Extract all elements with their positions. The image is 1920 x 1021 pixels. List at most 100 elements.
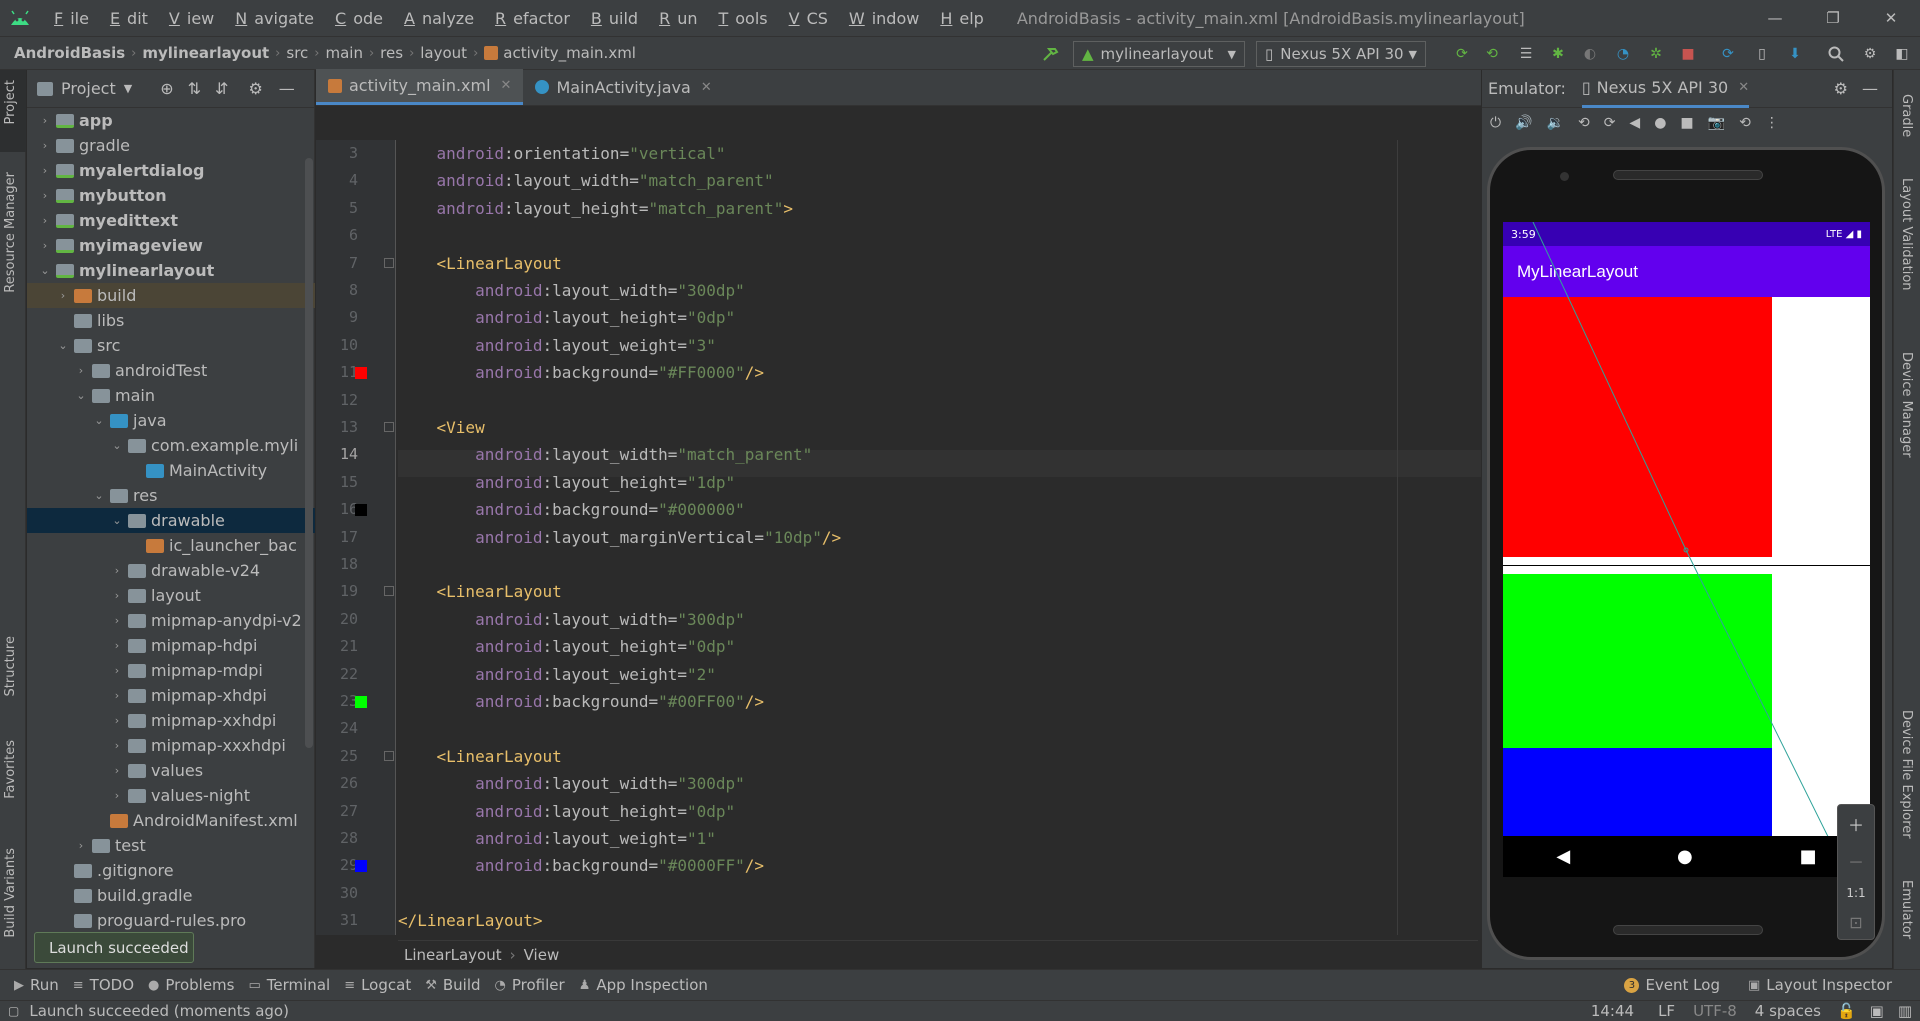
menu-file[interactable]: File <box>40 9 96 28</box>
tree-item[interactable]: › values-night <box>27 783 315 808</box>
file-encoding[interactable]: UTF-8 <box>1693 1002 1737 1020</box>
build-variants-tool-tab[interactable]: Build Variants <box>3 848 18 938</box>
breadcrumb-view[interactable]: View <box>524 946 560 964</box>
tree-item[interactable]: › myimageview <box>27 233 315 258</box>
tree-item[interactable]: › mybutton <box>27 183 315 208</box>
tool-window-build[interactable]: ⚒ Build <box>425 976 480 994</box>
layout-validation-tool-tab[interactable]: Layout Validation <box>1899 178 1914 291</box>
tree-item[interactable]: ⌄ com.example.myli <box>27 433 315 458</box>
hide-panel-icon[interactable]: — <box>279 79 295 98</box>
gear-icon[interactable]: ⚙ <box>248 79 262 98</box>
hide-panel-icon[interactable]: — <box>1862 79 1878 98</box>
tree-item[interactable]: › values <box>27 758 315 783</box>
favorites-tool-tab[interactable]: Favorites <box>3 740 18 799</box>
chevron-icon[interactable]: › <box>109 739 125 752</box>
zoom-actual-size-button[interactable]: 1:1 <box>1846 886 1865 900</box>
tree-item[interactable]: build.gradle <box>27 883 315 908</box>
tool-window-problems[interactable]: ● Problems <box>148 976 234 994</box>
chevron-icon[interactable]: › <box>109 614 125 627</box>
menu-edit[interactable]: Edit <box>96 9 155 28</box>
color-swatch-icon[interactable] <box>355 367 367 380</box>
chevron-icon[interactable]: ⌄ <box>91 489 107 502</box>
tree-item[interactable]: › androidTest <box>27 358 315 383</box>
tree-item[interactable]: ⌄ java <box>27 408 315 433</box>
tool-window-logcat[interactable]: ≡ Logcat <box>344 976 411 994</box>
tree-item[interactable]: › app <box>27 108 315 133</box>
breadcrumb-item[interactable]: AndroidBasis <box>14 44 125 62</box>
chevron-icon[interactable]: › <box>109 664 125 677</box>
stop-icon[interactable]: ■ <box>1678 45 1698 63</box>
hammer-build-icon[interactable] <box>1040 45 1060 63</box>
menu-view[interactable]: View <box>155 9 221 28</box>
sdk-manager-icon[interactable]: ⬇ <box>1785 45 1805 63</box>
tool-window-layout-inspector[interactable]: ▣ Layout Inspector <box>1748 976 1892 994</box>
chevron-icon[interactable]: › <box>37 214 53 227</box>
chevron-icon[interactable]: › <box>55 289 71 302</box>
device-manager-icon[interactable]: ▯ <box>1752 45 1772 63</box>
tool-window-run[interactable]: ▶ Run <box>14 976 59 994</box>
editor-tab[interactable]: MainActivity.java ✕ <box>523 69 723 105</box>
emulator-device-tab[interactable]: ▯ Nexus 5X API 30 ✕ <box>1581 70 1750 108</box>
tree-item[interactable]: ⌄ src <box>27 333 315 358</box>
tool-window-terminal[interactable]: ▭ Terminal <box>248 976 330 994</box>
tree-item[interactable]: › gradle <box>27 133 315 158</box>
tool-window-todo[interactable]: ≡ TODO <box>73 976 134 994</box>
breadcrumb-linearlayout[interactable]: LinearLayout <box>404 946 502 964</box>
caret-position[interactable]: 14:44 <box>1591 1002 1634 1020</box>
tree-item[interactable]: ⌄ drawable <box>27 508 315 533</box>
back-icon[interactable]: ◀ <box>1629 115 1640 131</box>
breadcrumb-item[interactable]: activity_main.xml <box>503 44 636 62</box>
coverage-icon[interactable]: ◐ <box>1580 45 1600 63</box>
search-icon[interactable] <box>1826 45 1846 63</box>
chevron-down-icon[interactable]: ▼ <box>124 82 132 95</box>
menu-vcs[interactable]: V CS <box>775 9 835 28</box>
chevron-icon[interactable]: › <box>37 164 53 177</box>
volume-up-icon[interactable]: 🔊 <box>1515 115 1532 131</box>
chevron-icon[interactable]: › <box>37 189 53 202</box>
tree-item[interactable]: › mipmap-xxxhdpi <box>27 733 315 758</box>
menu-tools[interactable]: Tools <box>704 9 774 28</box>
chevron-icon[interactable]: › <box>109 714 125 727</box>
run-config-dropdown[interactable]: ▲ mylinearlayout ▼ <box>1073 41 1245 67</box>
gradle-tool-tab[interactable]: Gradle <box>1899 94 1914 137</box>
tree-item[interactable]: › mipmap-xxhdpi <box>27 708 315 733</box>
more-icon[interactable]: ⋮ <box>1765 115 1779 131</box>
menu-run[interactable]: Run <box>645 9 704 28</box>
profile-icon[interactable]: ◔ <box>1613 45 1633 63</box>
tree-item[interactable]: › layout <box>27 583 315 608</box>
chevron-icon[interactable]: › <box>73 364 89 377</box>
locate-target-icon[interactable]: ⊕ <box>160 79 173 98</box>
menu-navigate[interactable]: Navigate <box>221 9 321 28</box>
rotate-right-icon[interactable]: ⟳ <box>1604 115 1616 131</box>
editor-tab[interactable]: activity_main.xml ✕ <box>316 69 524 105</box>
android-back-icon[interactable]: ◀ <box>1556 846 1570 867</box>
gear-icon[interactable]: ⚙ <box>1860 45 1880 63</box>
chevron-icon[interactable]: › <box>73 839 89 852</box>
color-swatch-icon[interactable] <box>355 696 367 708</box>
project-scrollbar[interactable] <box>305 158 313 748</box>
apply-changes-icon[interactable]: ⟳ <box>1452 45 1472 63</box>
minimize-icon[interactable]: — <box>1746 0 1804 36</box>
chevron-icon[interactable]: ⌄ <box>91 414 107 427</box>
chevron-icon[interactable]: › <box>109 689 125 702</box>
chevron-icon[interactable]: › <box>109 589 125 602</box>
chevron-icon[interactable]: › <box>37 139 53 152</box>
tree-item[interactable]: ⌄ main <box>27 383 315 408</box>
chevron-icon[interactable]: › <box>109 639 125 652</box>
tool-window-app-inspection[interactable]: ♟ App Inspection <box>579 976 708 994</box>
chevron-icon[interactable]: ⌄ <box>37 264 53 277</box>
device-dropdown[interactable]: ▯ Nexus 5X API 30 ▼ <box>1256 41 1426 67</box>
breadcrumb-item[interactable]: src <box>286 44 308 62</box>
memory-icon[interactable]: ▥ <box>1898 1002 1912 1020</box>
tree-item[interactable]: libs <box>27 308 315 333</box>
rotate-left-icon[interactable]: ⟲ <box>1578 115 1590 131</box>
tree-item[interactable]: › mipmap-anydpi-v2 <box>27 608 315 633</box>
tree-item[interactable]: › test <box>27 833 315 858</box>
structure-tool-tab[interactable]: Structure <box>3 636 18 696</box>
breadcrumb-item[interactable]: layout <box>420 44 467 62</box>
fold-marker-icon[interactable] <box>384 586 394 597</box>
menu-refactor[interactable]: Refactor <box>481 9 577 28</box>
project-tool-tab[interactable]: Project <box>3 80 18 124</box>
sync-list-icon[interactable]: ☰ <box>1516 45 1536 63</box>
maximize-icon[interactable]: ❐ <box>1804 0 1862 36</box>
